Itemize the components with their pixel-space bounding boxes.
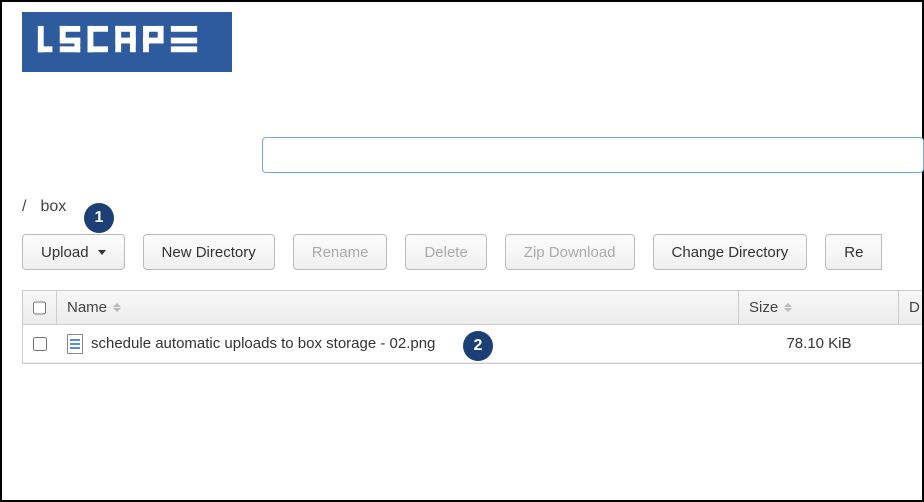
upload-label: Upload xyxy=(41,244,89,261)
change-directory-button[interactable]: Change Directory xyxy=(653,234,808,270)
search-input[interactable] xyxy=(262,137,924,173)
zip-download-button[interactable]: Zip Download xyxy=(505,234,635,270)
new-directory-button[interactable]: New Directory xyxy=(143,234,275,270)
rename-button[interactable]: Rename xyxy=(293,234,388,270)
select-all-header[interactable] xyxy=(23,291,57,324)
column-header-date-partial[interactable]: D xyxy=(899,291,924,324)
toolbar: Upload New Directory Rename Delete Zip D… xyxy=(22,234,922,270)
file-icon xyxy=(67,334,83,354)
sort-icon xyxy=(113,303,121,312)
file-size: 78.10 KiB xyxy=(786,335,851,352)
breadcrumb-segment[interactable]: box xyxy=(40,198,66,216)
upload-button[interactable]: Upload xyxy=(22,234,125,270)
sort-icon xyxy=(784,303,792,312)
annotation-2: 2 xyxy=(463,331,493,361)
column-header-size[interactable]: Size xyxy=(739,291,899,324)
refresh-button-partial[interactable]: Re xyxy=(825,234,882,270)
table-header: Name Size D xyxy=(23,291,922,325)
size-header-label: Size xyxy=(749,299,778,316)
row-checkbox[interactable] xyxy=(33,337,47,351)
jscape-logo xyxy=(22,12,232,72)
name-header-label: Name xyxy=(67,299,107,316)
annotation-1: 1 xyxy=(84,203,114,233)
file-name: schedule automatic uploads to box storag… xyxy=(91,335,435,352)
breadcrumb-root[interactable]: / xyxy=(22,198,26,216)
column-header-name[interactable]: Name xyxy=(57,291,739,324)
select-all-checkbox[interactable] xyxy=(33,301,46,315)
breadcrumb: / box xyxy=(22,198,66,216)
date-header-label: D xyxy=(909,299,920,316)
delete-button[interactable]: Delete xyxy=(405,234,486,270)
caret-down-icon xyxy=(98,250,106,255)
